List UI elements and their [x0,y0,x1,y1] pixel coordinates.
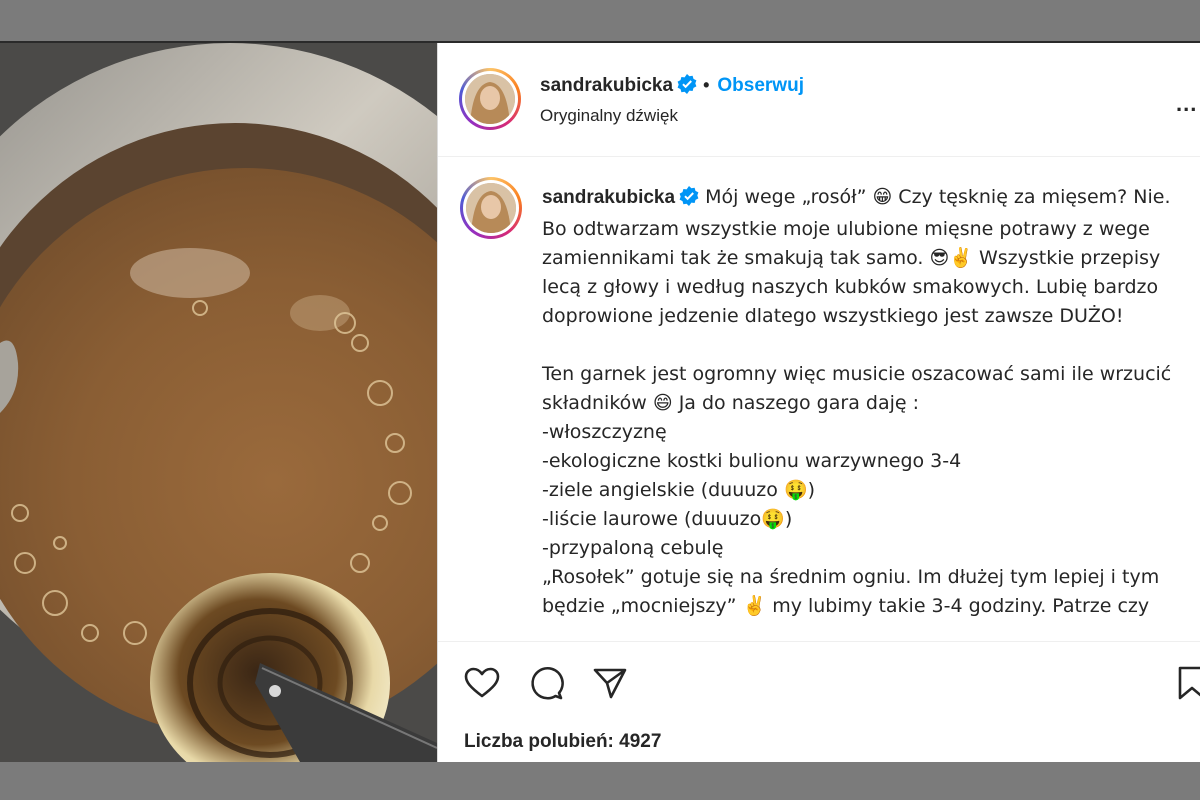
post-window: sandrakubicka • Obserwuj Oryginalny dźwięk… [0,41,1200,762]
header-username[interactable]: sandrakubicka [540,75,673,96]
audio-link[interactable]: Oryginalny dźwięk [540,106,678,126]
caption-username[interactable]: sandrakubicka [542,187,675,208]
caption-text: sandrakubicka Mój wege „rosół” 😁 Czy tęs… [542,183,1188,621]
header-avatar[interactable] [459,68,521,130]
verified-badge-icon [677,74,697,99]
post-media[interactable] [0,43,437,762]
header-user-line: sandrakubicka • Obserwuj [540,74,804,99]
header-separator: • [703,75,710,95]
actions-divider [438,641,1200,642]
caption-area[interactable]: sandrakubicka Mój wege „rosół” 😁 Czy tęs… [438,157,1200,642]
more-options-icon[interactable]: ... [1176,91,1197,117]
action-bar [438,663,1200,703]
bookmark-icon[interactable] [1174,663,1200,703]
caption-body: Mój wege „rosół” 😁 Czy tęsknię za mięsem… [542,186,1172,617]
caption-avatar[interactable] [460,177,522,239]
comment-icon[interactable] [526,663,566,703]
post-details-panel: sandrakubicka • Obserwuj Oryginalny dźwięk… [438,43,1200,762]
share-icon[interactable] [590,663,630,703]
avatar-image [466,183,516,233]
verified-badge-icon [679,186,699,215]
heart-icon[interactable] [462,663,502,703]
likes-count[interactable]: Liczba polubień: 4927 [464,731,661,753]
post-header: sandrakubicka • Obserwuj Oryginalny dźwięk… [438,43,1200,157]
follow-button[interactable]: Obserwuj [717,75,804,96]
soup-pot-image [0,43,437,762]
avatar-image [465,74,515,124]
